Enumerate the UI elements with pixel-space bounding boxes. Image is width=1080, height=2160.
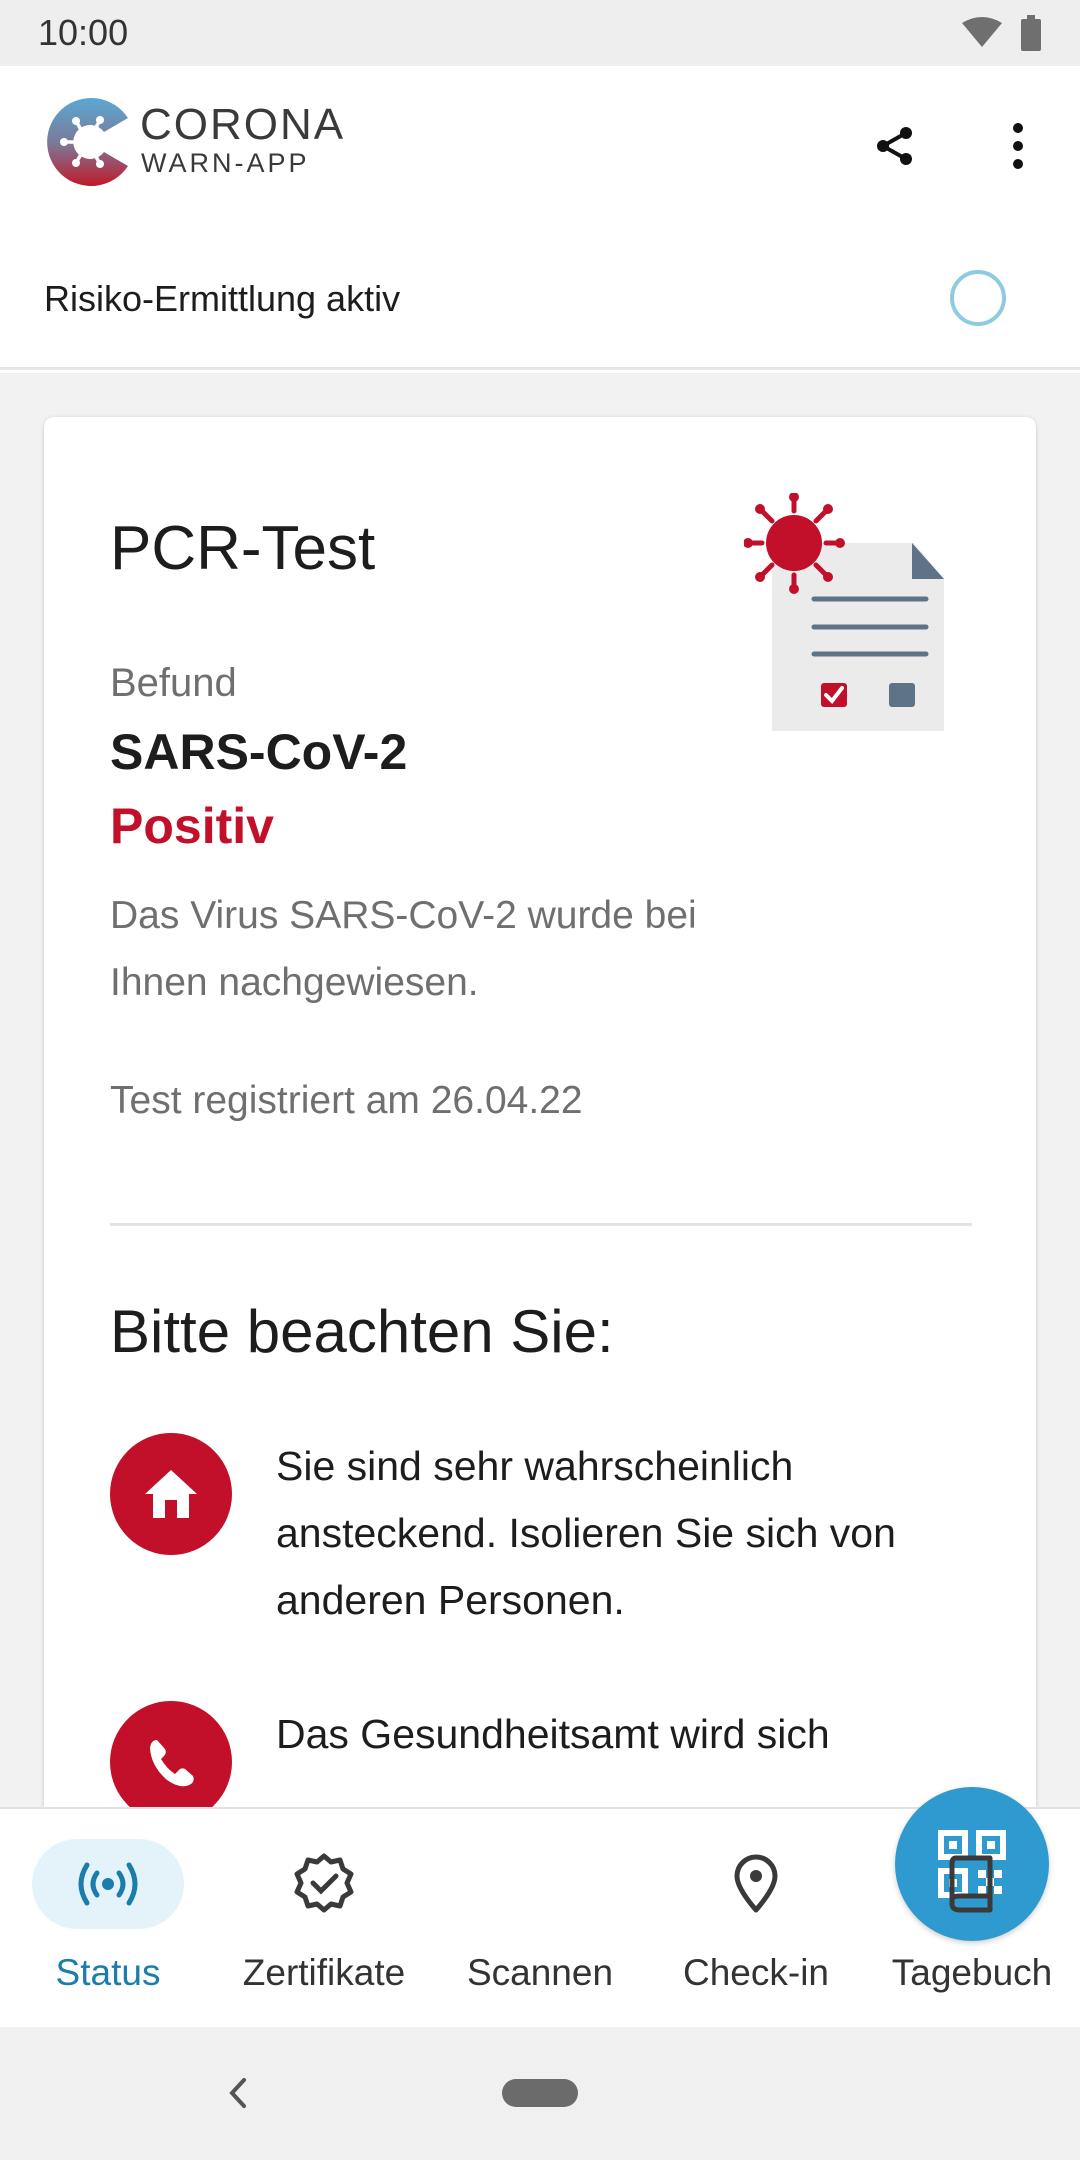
share-icon	[877, 127, 912, 165]
app-name-line2: WARN-APP	[141, 148, 310, 178]
phone-icon	[110, 1701, 232, 1807]
nav-scan[interactable]: Scannen	[432, 1787, 1049, 2027]
corona-warn-app-logo-icon	[47, 98, 128, 186]
certificate-badge-icon	[294, 1853, 354, 1913]
status-bar: 10:00	[0, 0, 1080, 66]
app-bar: CORONA WARN-APP	[0, 66, 1080, 226]
finding-label: Befund	[110, 661, 237, 705]
finding-name: SARS-CoV-2	[110, 724, 408, 780]
battery-icon	[1021, 15, 1041, 51]
divider	[110, 1223, 972, 1226]
notice-text: Das Gesundheitsamt wird sich	[276, 1711, 830, 1757]
bottom-navigation: Status Zertifikate Scannen Check-in Tage…	[0, 1787, 1080, 2027]
risk-detection-label: Risiko-Ermittlung aktiv	[44, 278, 401, 319]
book-icon	[949, 1855, 993, 1913]
nav-label: Zertifikate	[242, 1952, 406, 1993]
main-content[interactable]: PCR-Test Befund SARS-CoV-2 Positiv Das V…	[0, 373, 1080, 1807]
finding-description: Das Virus SARS-CoV-2 wurde bei Ihnen nac…	[110, 894, 697, 1004]
more-vert-icon	[1013, 123, 1023, 169]
app-name-line1: CORONA	[140, 100, 346, 149]
more-options-button[interactable]	[990, 116, 1046, 176]
home-pill-button[interactable]	[502, 2079, 578, 2107]
back-button[interactable]	[218, 2063, 258, 2123]
nav-certificates[interactable]: Zertifikate	[216, 1809, 432, 2027]
test-registered-date: Test registriert am 26.04.22	[110, 1079, 583, 1122]
nav-label: Status	[55, 1952, 161, 1993]
risk-status-ring-icon	[950, 270, 1006, 326]
card-title: PCR-Test	[110, 514, 376, 583]
nav-diary[interactable]: Tagebuch	[864, 1809, 1080, 2027]
wifi-icon	[962, 17, 1002, 47]
notice-title: Bitte beachten Sie:	[110, 1298, 614, 1365]
chevron-left-icon	[229, 2078, 246, 2108]
nav-label: Tagebuch	[891, 1952, 1053, 1993]
notice-text: Sie sind sehr wahrscheinlich ansteckend.…	[276, 1443, 896, 1623]
nav-label: Scannen	[466, 1952, 614, 1993]
risk-detection-row[interactable]: Risiko-Ermittlung aktiv	[0, 226, 1080, 370]
location-pin-icon	[734, 1854, 778, 1913]
test-document-illustration-icon	[744, 493, 944, 731]
system-navigation-bar	[0, 2027, 1080, 2160]
nav-label: Check-in	[683, 1952, 829, 1993]
status-time: 10:00	[38, 12, 129, 53]
status-broadcast-icon	[78, 1862, 138, 1906]
finding-result: Positiv	[110, 798, 274, 854]
system-icons	[962, 15, 1042, 51]
nav-checkin[interactable]: Check-in	[648, 1809, 864, 2027]
test-result-card[interactable]: PCR-Test Befund SARS-CoV-2 Positiv Das V…	[44, 417, 1036, 1807]
home-icon	[110, 1433, 232, 1555]
share-button[interactable]	[865, 116, 925, 176]
nav-status[interactable]: Status	[0, 1809, 216, 2027]
